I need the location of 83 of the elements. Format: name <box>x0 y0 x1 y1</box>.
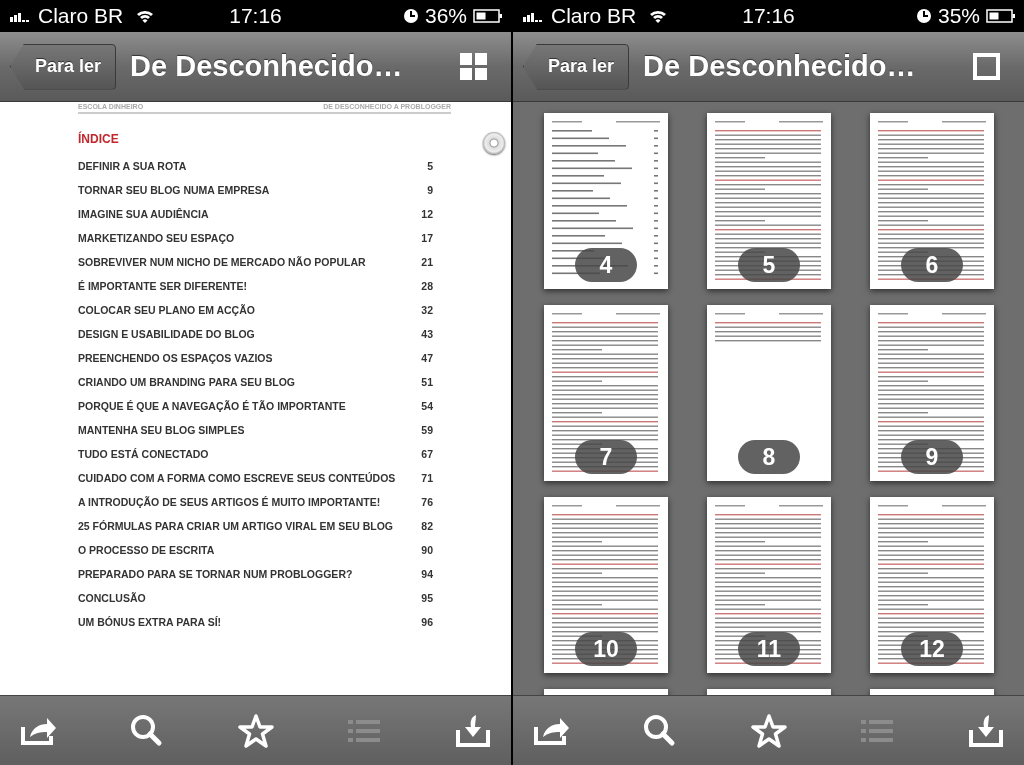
toc-entry[interactable]: UM BÓNUS EXTRA PARA SÍ! <box>78 616 222 628</box>
star-icon[interactable] <box>750 712 787 749</box>
status-time: 17:16 <box>742 4 795 28</box>
page-number: 12 <box>421 208 433 220</box>
toc-entry[interactable]: DEFINIR A SUA ROTA <box>78 160 187 172</box>
page-number-badge: 8 <box>738 440 800 474</box>
toc-entry[interactable]: MANTENHA SEU BLOG SIMPLES <box>78 424 245 436</box>
page-thumbnail[interactable]: 5 <box>707 113 831 289</box>
carrier-name: Claro BR <box>551 4 637 28</box>
page-number: 28 <box>421 280 433 292</box>
page-number-badge: 4 <box>575 248 637 282</box>
document-title: De Desconhecido… <box>130 50 404 83</box>
page-thumbnail[interactable]: 7 <box>544 305 668 481</box>
page-thumbnail[interactable]: 11 <box>707 497 831 673</box>
wifi-icon <box>648 8 669 24</box>
toc-entry[interactable]: CUIDADO COM A FORMA COMO ESCREVE SEUS CONTEÚDOS <box>78 472 396 484</box>
page-number: 82 <box>421 520 433 532</box>
page-thumbnail[interactable]: 9 <box>870 305 994 481</box>
toc-entry[interactable]: CONCLUSÃO <box>78 592 146 604</box>
page-number: 59 <box>421 424 433 436</box>
page-number: 5 <box>427 160 433 172</box>
back-button[interactable]: Para ler <box>10 43 117 90</box>
status-time: 17:16 <box>229 4 282 28</box>
page-number: 32 <box>421 304 433 316</box>
page-number: 90 <box>421 544 433 556</box>
page-number: 47 <box>421 352 433 364</box>
page-number: 76 <box>421 496 433 508</box>
page-number: 17 <box>421 232 433 244</box>
page-number-badge: 9 <box>901 440 963 474</box>
signal-icon <box>523 10 545 22</box>
toc-entry[interactable]: PREENCHENDO OS ESPAÇOS VAZIOS <box>78 352 273 364</box>
page-number-badge: 10 <box>575 632 637 666</box>
wifi-icon <box>135 8 156 24</box>
page-number-badge: 7 <box>575 440 637 474</box>
page-number-badge: 12 <box>901 632 963 666</box>
page-thumbnail[interactable]: 6 <box>870 113 994 289</box>
page-number: 67 <box>421 448 433 460</box>
toc-heading: ÍNDICE <box>78 132 120 146</box>
download-icon[interactable] <box>968 712 1004 749</box>
toc-entry[interactable]: TORNAR SEU BLOG NUMA EMPRESA <box>78 184 270 196</box>
toc-entry[interactable]: SOBREVIVER NUM NICHO DE MERCADO NÃO POPULAR <box>78 256 366 268</box>
toc-entry[interactable]: TUDO ESTÁ CONECTADO <box>78 448 209 460</box>
page-thumbnail[interactable]: 8 <box>707 305 831 481</box>
clock-icon <box>915 8 932 24</box>
page-number-badge: 5 <box>738 248 800 282</box>
page-number: 54 <box>421 400 433 412</box>
toc-entry[interactable]: MARKETIZANDO SEU ESPAÇO <box>78 232 235 244</box>
page-thumbnail[interactable]: 4 <box>544 113 668 289</box>
page-number: 9 <box>427 184 433 196</box>
download-icon[interactable] <box>455 712 491 749</box>
toc-entry[interactable]: É IMPORTANTE SER DIFERENTE! <box>78 280 247 292</box>
toc-entry[interactable]: COLOCAR SEU PLANO EM ACÇÃO <box>78 304 255 316</box>
clock-icon <box>402 8 419 24</box>
toc-entry[interactable]: PREPARADO PARA SE TORNAR NUM PROBLOGGER? <box>78 568 353 580</box>
page-number: 71 <box>421 472 433 484</box>
toc-entry[interactable]: PORQUE É QUE A NAVEGAÇÃO É TÃO IMPORTANTE <box>78 400 346 412</box>
page-thumbnail[interactable]: 10 <box>544 497 668 673</box>
document-title: De Desconhecido… <box>643 50 917 83</box>
page-number-badge: 11 <box>738 632 800 666</box>
back-button[interactable]: Para ler <box>523 43 630 90</box>
toc-entry[interactable]: O PROCESSO DE ESCRITA <box>78 544 215 556</box>
battery-icon <box>986 8 1016 24</box>
page-number: 43 <box>421 328 433 340</box>
toc-entry[interactable]: A INTRODUÇÃO DE SEUS ARTIGOS É MUITO IMPORTANTE! <box>78 496 381 508</box>
page-number: 51 <box>421 376 433 388</box>
toc-entry[interactable]: CRIANDO UM BRANDING PARA SEU BLOG <box>78 376 295 388</box>
page-number-badge: 6 <box>901 248 963 282</box>
battery-icon <box>473 8 503 24</box>
battery-percent: 35% <box>937 4 980 28</box>
page-number: 21 <box>421 256 433 268</box>
star-icon[interactable] <box>237 712 274 749</box>
toc-entry[interactable]: IMAGINE SUA AUDIÊNCIA <box>78 208 209 220</box>
page-number: 96 <box>421 616 433 628</box>
page-thumbnail[interactable]: 12 <box>870 497 994 673</box>
grid-icon[interactable] <box>460 53 487 80</box>
page-number: 94 <box>421 568 433 580</box>
toc-entry[interactable]: 25 FÓRMULAS PARA CRIAR UM ARTIGO VIRAL EM SEU BLOG <box>78 520 393 532</box>
toc-entry[interactable]: DESIGN E USABILIDADE DO BLOG <box>78 328 255 340</box>
battery-percent: 36% <box>424 4 467 28</box>
square-icon[interactable] <box>973 53 1000 80</box>
signal-icon <box>10 10 32 22</box>
page-number: 95 <box>421 592 433 604</box>
carrier-name: Claro BR <box>38 4 124 28</box>
